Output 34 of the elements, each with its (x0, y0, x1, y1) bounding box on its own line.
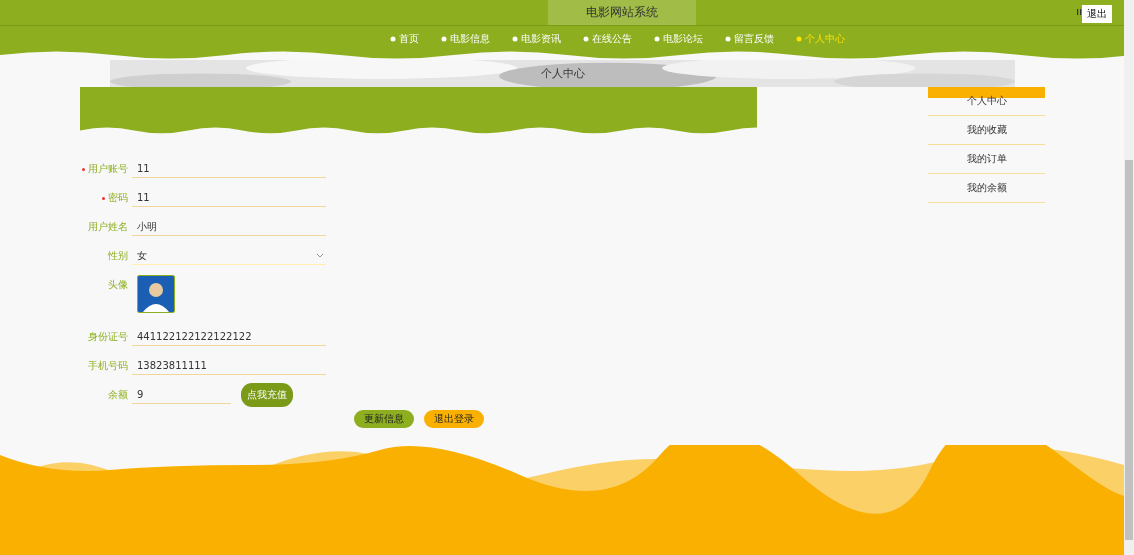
sidebar-item[interactable]: 我的余额 (928, 174, 1045, 203)
nav-icon (511, 36, 518, 42)
input-field[interactable]: 441122122122122122 (132, 325, 326, 346)
input-field[interactable]: 13823811111 (132, 354, 326, 375)
input-field[interactable]: 9 (132, 383, 231, 404)
avatar-icon (137, 275, 175, 313)
site-title: 电影网站系统 (548, 0, 696, 25)
sidebar-item[interactable]: 个人中心 (928, 87, 1045, 116)
nav-icon (724, 36, 731, 42)
nav-icon (440, 36, 447, 42)
nav-icon (653, 36, 660, 42)
field-label: 密码 (80, 186, 132, 205)
input-field[interactable]: 11 (132, 157, 326, 178)
banner-title: 个人中心 (540, 66, 585, 81)
input-field[interactable]: 小明 (132, 215, 326, 236)
scrollbar[interactable] (1125, 160, 1133, 540)
field-label: 用户账号 (80, 157, 132, 176)
nav-icon (795, 36, 802, 42)
input-field[interactable]: 11 (132, 186, 326, 207)
action-button[interactable]: 退出登录 (423, 410, 484, 428)
sidebar-item[interactable]: 我的收藏 (928, 116, 1045, 145)
field-label: 用户姓名 (87, 220, 129, 234)
sidebar-item[interactable]: 我的订单 (928, 145, 1045, 174)
nav-icon (582, 36, 589, 42)
field-label: 余额 (107, 388, 129, 402)
field-label: 身份证号 (87, 330, 129, 344)
nav-icon (389, 36, 396, 42)
select-field[interactable]: 女 (132, 244, 326, 265)
field-label: 性别 (107, 249, 129, 263)
field-label: 手机号码 (87, 359, 129, 373)
chevron-icon (317, 253, 323, 258)
field-label: 头像 (107, 278, 129, 292)
logout-button[interactable]: 退出 (1082, 5, 1112, 23)
action-button[interactable]: 更新信息 (353, 410, 414, 428)
